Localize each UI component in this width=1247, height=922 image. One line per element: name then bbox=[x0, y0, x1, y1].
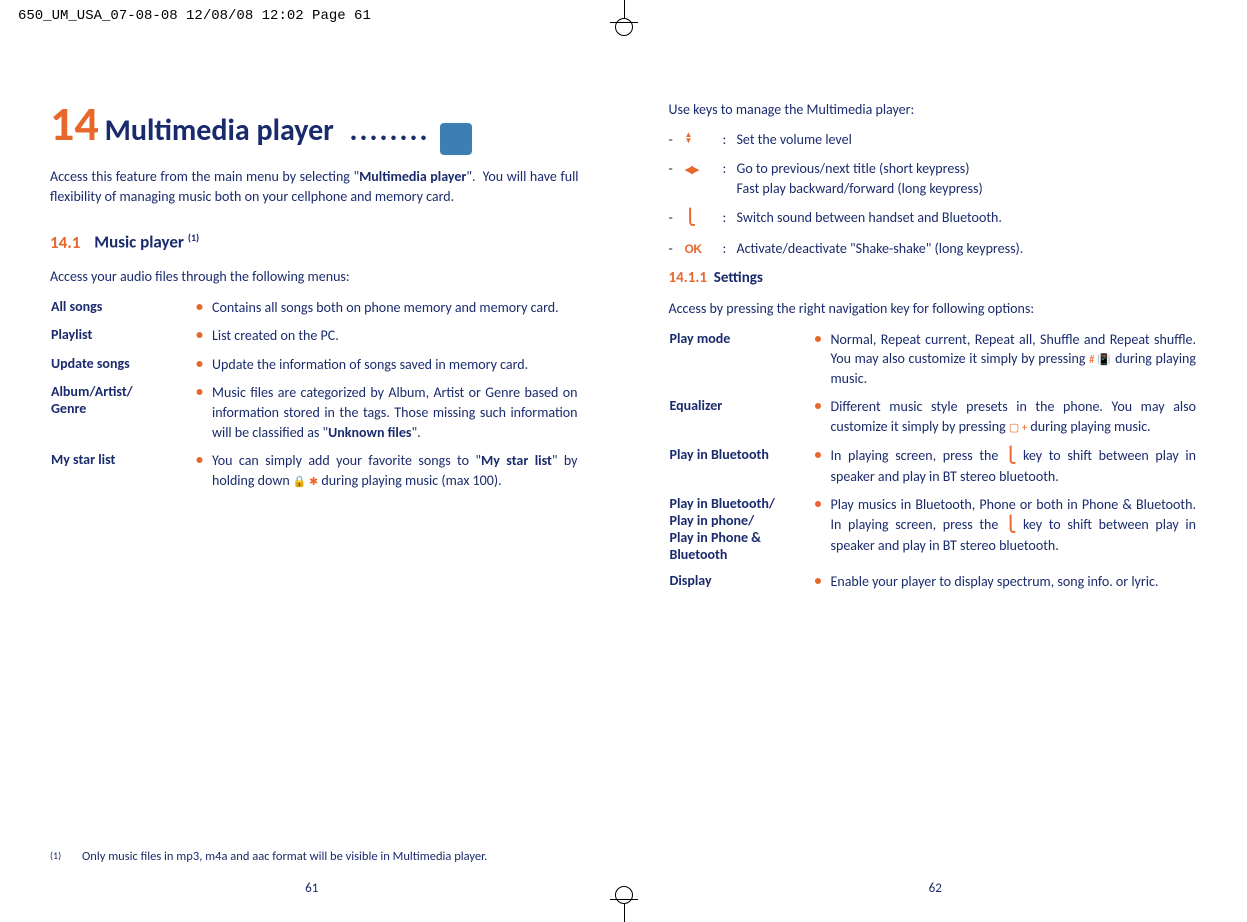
def-value: Play musics in Bluetooth, Phone or both … bbox=[830, 494, 1198, 571]
dash-icon: - bbox=[669, 239, 685, 259]
crop-cross-top-icon bbox=[610, 22, 638, 23]
bullet-icon: • bbox=[195, 382, 211, 450]
key-list: - : Set the volume level - ◀▶ : Go to pr… bbox=[669, 130, 1198, 259]
footnote-marker: (1) bbox=[50, 849, 82, 866]
def-value: Different music style presets in the pho… bbox=[830, 396, 1198, 444]
def-value: You can simply add your favorite songs t… bbox=[211, 450, 579, 498]
dash-icon: - bbox=[669, 130, 685, 150]
lock-star-icon: 🔒 ✱ bbox=[293, 475, 318, 488]
right-lead: Use keys to manage the Multimedia player… bbox=[669, 100, 1198, 120]
def-term: Display bbox=[669, 571, 814, 600]
def-term: Album/Artist/Genre bbox=[50, 382, 195, 450]
dash-icon: - bbox=[669, 159, 685, 198]
print-header: 650_UM_USA_07-08-08 12/08/08 12:02 Page … bbox=[18, 8, 371, 24]
subsection-title: Settings bbox=[714, 269, 763, 287]
settings-table: Play mode • Normal, Repeat current, Repe… bbox=[669, 329, 1198, 600]
chapter-dots: ........ bbox=[341, 112, 430, 149]
section-number: 14.1 bbox=[50, 232, 80, 253]
bullet-icon: • bbox=[814, 445, 830, 495]
intro-text: Access this feature from the main menu b… bbox=[50, 167, 579, 208]
def-term: Play in Bluetooth/Play in phone/Play in … bbox=[669, 494, 814, 571]
def-term: My star list bbox=[50, 450, 195, 498]
def-value: List created on the PC. bbox=[211, 325, 579, 354]
bullet-icon: • bbox=[195, 354, 211, 383]
section-header: 14.1 Music player (1) bbox=[50, 231, 579, 253]
def-value: Music files are categorized by Album, Ar… bbox=[211, 382, 579, 450]
softkey-icon: ⎩ bbox=[1005, 447, 1016, 465]
chapter-title-text: Multimedia player bbox=[105, 112, 334, 149]
bullet-icon: • bbox=[195, 325, 211, 354]
colon: : bbox=[723, 159, 737, 198]
bullet-icon: • bbox=[195, 297, 211, 326]
colon: : bbox=[723, 130, 737, 150]
chapter-header: 14 Multimedia player ........ bbox=[50, 100, 579, 149]
def-term: Play in Bluetooth bbox=[669, 445, 814, 495]
ok-icon: OK bbox=[685, 239, 723, 259]
def-term: Equalizer bbox=[669, 396, 814, 444]
subsection-number: 14.1.1 bbox=[669, 269, 707, 287]
square-plus-icon: ▢ + bbox=[1009, 421, 1027, 434]
definition-table: All songs • Contains all songs both on p… bbox=[50, 297, 579, 499]
dash-icon: - bbox=[669, 208, 685, 229]
key-desc: Go to previous/next title (short keypres… bbox=[737, 159, 1198, 198]
page-left: 14 Multimedia player ........ Access thi… bbox=[0, 60, 624, 922]
section-lead: Access your audio files through the foll… bbox=[50, 267, 579, 287]
chapter-title: Multimedia player ........ bbox=[105, 116, 473, 149]
def-value: Update the information of songs saved in… bbox=[211, 354, 579, 383]
def-value: In playing screen, press the ⎩ key to sh… bbox=[830, 445, 1198, 495]
subsection-header: 14.1.1 Settings bbox=[669, 269, 1198, 287]
key-desc: Set the volume level bbox=[737, 130, 1198, 150]
softkey-icon: ⎩ bbox=[685, 208, 723, 229]
section-title: Music player bbox=[94, 232, 184, 253]
hash-vibrate-icon: # 📳 bbox=[1089, 353, 1112, 366]
colon: : bbox=[723, 208, 737, 229]
def-term: Playlist bbox=[50, 325, 195, 354]
def-term: Play mode bbox=[669, 329, 814, 397]
page-number: 62 bbox=[624, 881, 1247, 896]
def-term: All songs bbox=[50, 297, 195, 326]
multimedia-icon bbox=[440, 123, 472, 155]
subsection-lead: Access by pressing the right navigation … bbox=[669, 299, 1198, 319]
def-value: Normal, Repeat current, Repeat all, Shuf… bbox=[830, 329, 1198, 397]
def-value: Contains all songs both on phone memory … bbox=[211, 297, 579, 326]
key-desc: Activate/deactivate "Shake-shake" (long … bbox=[737, 239, 1198, 259]
bullet-icon: • bbox=[814, 571, 830, 600]
bullet-icon: • bbox=[814, 329, 830, 397]
footnote-text: Only music files in mp3, m4a and aac for… bbox=[82, 849, 487, 866]
bullet-icon: • bbox=[814, 494, 830, 571]
page-number: 61 bbox=[0, 881, 624, 896]
def-term: Update songs bbox=[50, 354, 195, 383]
bullet-icon: • bbox=[814, 396, 830, 444]
leftright-icon: ◀▶ bbox=[685, 159, 723, 198]
colon: : bbox=[723, 239, 737, 259]
footnote: (1) Only music files in mp3, m4a and aac… bbox=[50, 849, 574, 866]
chapter-number: 14 bbox=[50, 100, 99, 148]
softkey-icon: ⎩ bbox=[1005, 516, 1016, 534]
def-value: Enable your player to display spectrum, … bbox=[830, 571, 1198, 600]
page-right: Use keys to manage the Multimedia player… bbox=[624, 60, 1247, 922]
section-sup: (1) bbox=[188, 231, 199, 244]
updown-icon bbox=[685, 130, 723, 150]
bullet-icon: • bbox=[195, 450, 211, 498]
key-desc: Switch sound between handset and Bluetoo… bbox=[737, 208, 1198, 229]
